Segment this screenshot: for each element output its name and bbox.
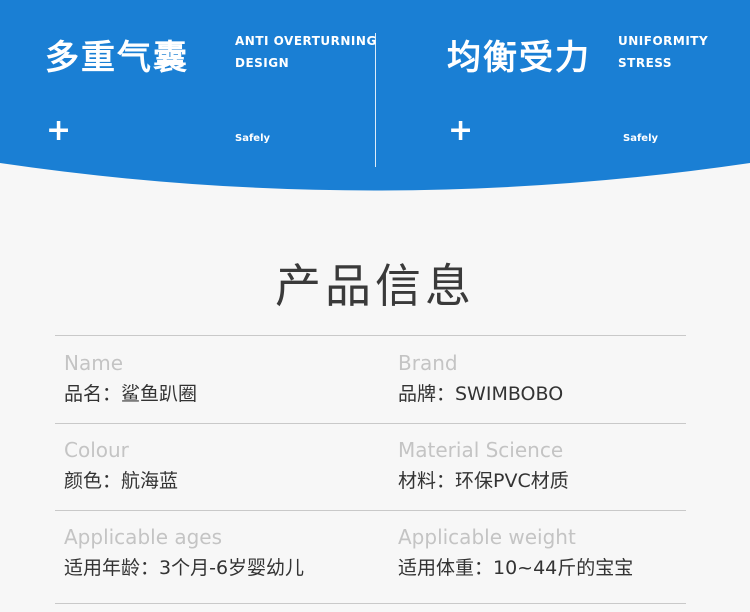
info-value: 适用年龄：3个月-6岁婴幼儿	[64, 557, 305, 579]
info-label: Applicable ages	[64, 525, 223, 549]
info-label: Name	[64, 351, 124, 375]
plus-icon: +	[448, 113, 474, 148]
info-cell-colour: Colour 颜色：航海蓝	[64, 437, 178, 494]
table-divider	[55, 423, 686, 424]
info-label: Applicable weight	[398, 525, 576, 549]
info-label: Brand	[398, 351, 458, 375]
feature-subtitle-line2: STRESS	[618, 56, 673, 70]
info-value: 材料：环保PVC材质	[398, 470, 569, 492]
info-label: Material Science	[398, 438, 564, 462]
feature-note: Safely	[623, 133, 659, 144]
info-cell-brand: Brand 品牌：SWIMBOBO	[398, 350, 563, 407]
info-value: 品牌：SWIMBOBO	[398, 383, 564, 405]
feature-subtitle-line1: UNIFORMITY	[618, 34, 709, 48]
feature-uniform-stress: 均衡受力 UNIFORMITY STRESS + Safely	[0, 0, 750, 170]
table-divider	[55, 603, 686, 604]
info-cell-material: Material Science 材料：环保PVC材质	[398, 437, 569, 494]
feature-subtitle: UNIFORMITY STRESS	[618, 30, 708, 74]
info-cell-ages: Applicable ages 适用年龄：3个月-6岁婴幼儿	[64, 524, 304, 581]
info-cell-name: Name 品名：鲨鱼趴圈	[64, 350, 197, 407]
info-cell-weight: Applicable weight 适用体重：10~44斤的宝宝	[398, 524, 633, 581]
feature-banner: 多重气囊 ANTI OVERTURNING DESIGN + Safely 均衡…	[0, 0, 750, 200]
info-value: 适用体重：10~44斤的宝宝	[398, 557, 634, 579]
section-title: 产品信息	[275, 259, 475, 313]
info-label: Colour	[64, 438, 129, 462]
feature-title: 均衡受力	[447, 38, 591, 78]
info-value: 品名：鲨鱼趴圈	[64, 383, 198, 405]
table-divider	[55, 510, 686, 511]
table-divider	[55, 335, 686, 336]
info-value: 颜色：航海蓝	[64, 470, 179, 492]
